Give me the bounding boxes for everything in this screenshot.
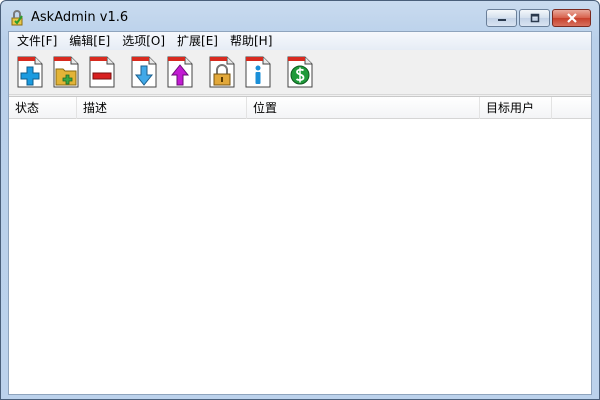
close-icon	[566, 13, 577, 23]
column-header-target-user[interactable]: 目标用户	[480, 97, 552, 119]
add-file-icon	[17, 56, 43, 88]
menu-extensions[interactable]: 扩展[E]	[171, 32, 224, 50]
column-header-description[interactable]: 描述	[77, 97, 247, 119]
upload-icon	[167, 56, 193, 88]
toolbar-remove-button[interactable]	[87, 55, 119, 91]
toolbar-download-button[interactable]	[129, 55, 161, 91]
toolbar-add-file-button[interactable]	[15, 55, 47, 91]
menu-edit[interactable]: 编辑[E]	[63, 32, 116, 50]
item-list[interactable]: 状态 描述 位置 目标用户	[9, 96, 591, 394]
minimize-button[interactable]	[486, 9, 517, 27]
dollar-icon	[287, 56, 313, 88]
restore-icon	[530, 13, 539, 23]
client-area: 文件[F] 编辑[E] 选项[O] 扩展[E] 帮助[H] 状态 描述 位置 目…	[8, 31, 592, 395]
info-icon	[245, 56, 271, 88]
lock-icon	[209, 56, 235, 88]
column-header-filler	[552, 97, 591, 119]
toolbar-info-button[interactable]	[243, 55, 275, 91]
menu-options[interactable]: 选项[O]	[116, 32, 171, 50]
title-bar[interactable]: AskAdmin v1.6	[1, 1, 599, 32]
menu-bar: 文件[F] 编辑[E] 选项[O] 扩展[E] 帮助[H]	[9, 32, 591, 50]
window-title: AskAdmin v1.6	[31, 10, 129, 25]
toolbar-lock-button[interactable]	[207, 55, 239, 91]
column-header-location[interactable]: 位置	[247, 97, 480, 119]
menu-help[interactable]: 帮助[H]	[224, 32, 278, 50]
column-header-status[interactable]: 状态	[9, 97, 77, 119]
minimize-icon	[497, 19, 506, 21]
restore-button[interactable]	[519, 9, 550, 27]
toolbar	[9, 51, 591, 95]
close-button[interactable]	[552, 9, 591, 27]
toolbar-add-folder-button[interactable]	[51, 55, 83, 91]
download-icon	[131, 56, 157, 88]
add-folder-icon	[53, 56, 79, 88]
list-header: 状态 描述 位置 目标用户	[9, 97, 591, 119]
toolbar-upload-button[interactable]	[165, 55, 197, 91]
caption-buttons	[486, 9, 591, 27]
app-logo-icon	[9, 9, 25, 27]
toolbar-dollar-button[interactable]	[285, 55, 317, 91]
app-window: AskAdmin v1.6 文件[F] 编辑[E] 选项[O] 扩展[E] 帮助…	[0, 0, 600, 400]
menu-file[interactable]: 文件[F]	[11, 32, 63, 50]
remove-icon	[89, 56, 115, 88]
